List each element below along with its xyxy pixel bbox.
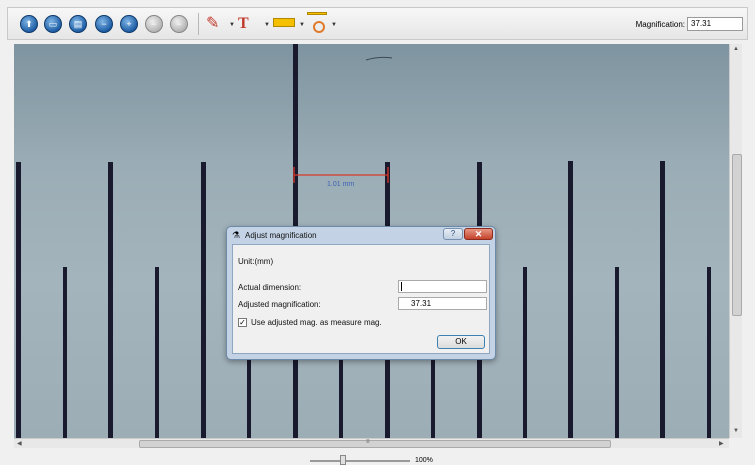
ruler-tool-icon[interactable] — [273, 18, 295, 27]
zoom-slider-track[interactable] — [310, 460, 410, 462]
scroll-grip-icon: ≡ — [366, 439, 370, 445]
ruler-tick — [568, 161, 573, 438]
text-caret — [401, 282, 402, 292]
scroll-down-icon[interactable]: ▼ — [733, 428, 739, 434]
disabled-button-2[interactable]: − — [170, 15, 188, 33]
ruler-tick — [431, 360, 435, 438]
dialog-title: Adjust magnification — [245, 231, 317, 240]
actual-dimension-label: Actual dimension: — [238, 283, 302, 292]
open-button[interactable]: ▭ — [44, 15, 62, 33]
scroll-left-icon[interactable]: ◀ — [17, 440, 22, 447]
actual-dimension-input[interactable] — [398, 280, 487, 293]
use-adjusted-mag-checkbox[interactable]: ✓ — [238, 318, 247, 327]
angle-tool-icon[interactable] — [307, 12, 327, 15]
microscope-icon: ⚗ — [232, 230, 241, 240]
measurement-label: 1.01 mm — [327, 181, 354, 188]
adjusted-magnification-input[interactable]: 37.31 — [398, 297, 487, 310]
ruler-tick — [660, 161, 665, 438]
print-icon: ▤ — [73, 19, 83, 29]
disabled-button-1[interactable]: − — [145, 15, 163, 33]
ruler-tick — [339, 360, 343, 438]
zoom-in-button[interactable]: + — [120, 15, 138, 33]
use-adjusted-mag-label: Use adjusted mag. as measure mag. — [251, 318, 382, 327]
scratch-mark — [365, 56, 393, 61]
ruler-tick — [155, 267, 159, 438]
vertical-scrollbar[interactable]: ▲ ▼ — [729, 44, 742, 438]
zoom-percent: 100% — [415, 457, 433, 464]
ok-button[interactable]: OK — [437, 335, 485, 349]
toolbar: ⬆ ▭ ▤ − + − − ✎ ▼ T ▼ ▼ ▼ Magnification:… — [7, 7, 748, 40]
angle-dropdown-icon[interactable]: ▼ — [331, 22, 337, 28]
close-button[interactable]: ✕ — [464, 228, 493, 240]
text-tool-icon[interactable]: T — [238, 14, 249, 34]
magnification-field[interactable]: 37.31 — [687, 17, 743, 31]
scroll-right-icon[interactable]: ▶ — [719, 440, 724, 447]
dialog-body: Unit:(mm) Actual dimension: Adjusted mag… — [232, 244, 490, 354]
vertical-scroll-thumb[interactable] — [732, 154, 742, 316]
horizontal-scrollbar[interactable]: ◀ ≡ ▶ — [14, 438, 729, 448]
ruler-tick — [615, 267, 619, 438]
horizontal-scroll-thumb[interactable] — [139, 440, 611, 448]
toolbar-separator — [198, 13, 199, 35]
open-icon: ▭ — [48, 19, 58, 29]
ruler-tick — [523, 267, 527, 438]
ruler-tick — [108, 162, 113, 438]
ruler-dropdown-icon[interactable]: ▼ — [299, 22, 305, 28]
disabled-icon-2: − — [176, 19, 182, 29]
adjust-magnification-dialog: ⚗ Adjust magnification ? ✕ Unit:(mm) Act… — [226, 226, 496, 360]
pencil-tool-icon[interactable]: ✎ — [206, 14, 219, 34]
print-button[interactable]: ▤ — [69, 15, 87, 33]
zoom-slider-thumb[interactable] — [340, 455, 346, 465]
circle-tool-icon[interactable] — [313, 21, 325, 33]
scroll-up-icon[interactable]: ▲ — [733, 46, 739, 52]
capture-icon: ⬆ — [25, 19, 33, 29]
ruler-tick — [16, 162, 21, 438]
ruler-tick — [63, 267, 67, 438]
zoom-out-button[interactable]: − — [95, 15, 113, 33]
zoom-in-icon: + — [126, 19, 132, 29]
disabled-icon: − — [151, 19, 157, 29]
capture-button[interactable]: ⬆ — [20, 15, 38, 33]
ruler-tick — [201, 162, 206, 438]
ruler-tick — [707, 267, 711, 438]
ruler-tick — [247, 360, 251, 438]
magnification-label: Magnification: — [635, 20, 685, 29]
adjusted-magnification-label: Adjusted magnification: — [238, 300, 321, 309]
text-dropdown-icon[interactable]: ▼ — [264, 22, 270, 28]
help-button[interactable]: ? — [443, 228, 463, 240]
zoom-out-icon: − — [101, 19, 107, 29]
unit-label: Unit:(mm) — [238, 257, 274, 266]
pencil-dropdown-icon[interactable]: ▼ — [229, 22, 235, 28]
